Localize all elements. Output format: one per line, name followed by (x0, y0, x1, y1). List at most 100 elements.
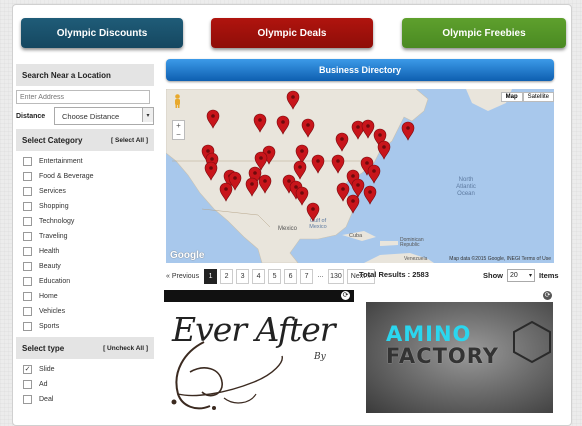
map-marker-icon[interactable] (401, 121, 415, 141)
map-canvas: North Atlantic Ocean Gulf of Mexico Mexi… (166, 89, 512, 263)
map-marker-dot (281, 120, 285, 124)
map-marker-dot (298, 165, 302, 169)
category-item[interactable]: Beauty (16, 259, 154, 274)
card-action-icon[interactable]: ⟳ (543, 291, 552, 300)
olympic-freebies-button[interactable]: Olympic Freebies (402, 18, 566, 48)
business-directory-bar[interactable]: Business Directory (166, 59, 554, 81)
map-marker-icon[interactable] (351, 178, 365, 198)
google-logo: Google (170, 250, 205, 261)
category-item[interactable]: Sports (16, 319, 154, 334)
page-link[interactable]: 1 (204, 268, 218, 284)
checkbox[interactable] (23, 172, 32, 181)
map-marker-dot (372, 169, 376, 173)
card-action-icon[interactable]: ⟳ (341, 291, 350, 300)
category-item[interactable]: Traveling (16, 229, 154, 244)
category-label: Home (39, 293, 58, 300)
map-marker-dot (291, 95, 295, 99)
category-item[interactable]: Technology (16, 214, 154, 229)
type-item[interactable]: Deal (16, 392, 154, 407)
type-label: Deal (39, 396, 54, 403)
select-all-link[interactable]: [ Select All ] (111, 137, 148, 144)
page-link[interactable]: 2 (220, 268, 234, 284)
map-marker-dot (294, 185, 298, 189)
category-item[interactable]: Home (16, 289, 154, 304)
type-label: Ad (39, 381, 48, 388)
category-label: Shopping (39, 203, 69, 210)
map-type-map[interactable]: Map (500, 92, 523, 102)
checkbox[interactable] (23, 307, 32, 316)
type-list: ✓ Slide Ad Deal (16, 362, 154, 407)
label-gulf-2: Mexico (309, 224, 326, 230)
page-link[interactable]: 6 (284, 268, 298, 284)
map-marker-dot (206, 149, 210, 153)
checkbox[interactable]: ✓ (23, 365, 32, 374)
sidebar: Search Near a Location Distance Choose D… (16, 64, 154, 407)
category-item[interactable]: Entertainment (16, 154, 154, 169)
checkbox[interactable] (23, 232, 32, 241)
category-item[interactable]: Health (16, 244, 154, 259)
checkbox[interactable] (23, 247, 32, 256)
previous-link[interactable]: « Previous (166, 270, 199, 283)
map-attribution[interactable]: Map data ©2015 Google, INEGI Terms of Us… (449, 256, 551, 262)
label-mexico: Mexico (278, 226, 298, 232)
map-marker-dot (209, 166, 213, 170)
pagination: « Previous 1 2 3 4 5 6 7... 130 Next » (166, 268, 378, 284)
map-marker-icon[interactable] (363, 185, 377, 205)
zoom-control[interactable]: + − (172, 120, 185, 140)
page-numbers: 1 2 3 4 5 6 7... 130 (204, 268, 347, 284)
page-link[interactable]: 3 (236, 268, 250, 284)
zoom-out-icon[interactable]: − (173, 130, 184, 139)
page-link[interactable]: 130 (328, 268, 344, 284)
map-marker-icon[interactable] (377, 140, 391, 160)
map-marker-dot (341, 187, 345, 191)
map-marker-dot (311, 207, 315, 211)
pegman-icon[interactable] (173, 94, 182, 108)
distance-select[interactable]: Choose Distance ▾ (54, 107, 154, 125)
type-item[interactable]: Ad (16, 377, 154, 392)
checkbox[interactable] (23, 380, 32, 389)
page-link[interactable]: 4 (252, 268, 266, 284)
page-link[interactable]: 5 (268, 268, 282, 284)
category-label: Sports (39, 323, 60, 330)
checkbox[interactable] (23, 262, 32, 271)
map-marker-icon[interactable] (367, 164, 381, 184)
category-label: Beauty (39, 263, 61, 270)
category-label: Food & Beverage (39, 173, 94, 180)
olympic-discounts-button[interactable]: Olympic Discounts (21, 18, 183, 48)
checkbox[interactable] (23, 187, 32, 196)
category-item[interactable]: Food & Beverage (16, 169, 154, 184)
distance-label: Distance (16, 112, 46, 120)
total-results: Total Results : 2583 (359, 270, 429, 279)
checkbox[interactable] (23, 395, 32, 404)
checkbox[interactable] (23, 277, 32, 286)
map-marker-dot (250, 182, 254, 186)
category-item[interactable]: Education (16, 274, 154, 289)
map-type-satellite[interactable]: Satellite (522, 92, 554, 102)
category-item[interactable]: Services (16, 184, 154, 199)
map-marker-dot (263, 179, 267, 183)
checkbox[interactable] (23, 322, 32, 331)
olympic-deals-button[interactable]: Olympic Deals (211, 18, 373, 48)
checkbox[interactable] (23, 217, 32, 226)
items-per-page-select[interactable]: 20 (507, 269, 535, 282)
map-marker-dot (382, 145, 386, 149)
category-item[interactable]: Shopping (16, 199, 154, 214)
category-item[interactable]: Vehicles (16, 304, 154, 319)
hexagon-icon (513, 320, 551, 364)
label-north-atlantic-3: Ocean (457, 191, 475, 197)
map[interactable]: North Atlantic Ocean Gulf of Mexico Mexi… (166, 89, 554, 263)
factory-text: FACTORY (386, 344, 500, 368)
checkbox[interactable] (23, 292, 32, 301)
zoom-in-icon[interactable]: + (173, 121, 184, 130)
page-link[interactable]: 7 (300, 268, 314, 284)
type-item[interactable]: ✓ Slide (16, 362, 154, 377)
listing-card-ever-after[interactable]: ⟳ Ever After By (164, 290, 354, 416)
ever-after-by: By (314, 352, 326, 362)
checkbox[interactable] (23, 157, 32, 166)
listing-card-amino-factory[interactable]: ⟳ AMINO FACTORY (364, 290, 556, 416)
map-marker-dot (351, 199, 355, 203)
label-dominican-2: Republic (400, 242, 420, 248)
uncheck-all-link[interactable]: [ Uncheck All ] (103, 345, 148, 352)
checkbox[interactable] (23, 202, 32, 211)
address-input[interactable] (16, 90, 150, 104)
